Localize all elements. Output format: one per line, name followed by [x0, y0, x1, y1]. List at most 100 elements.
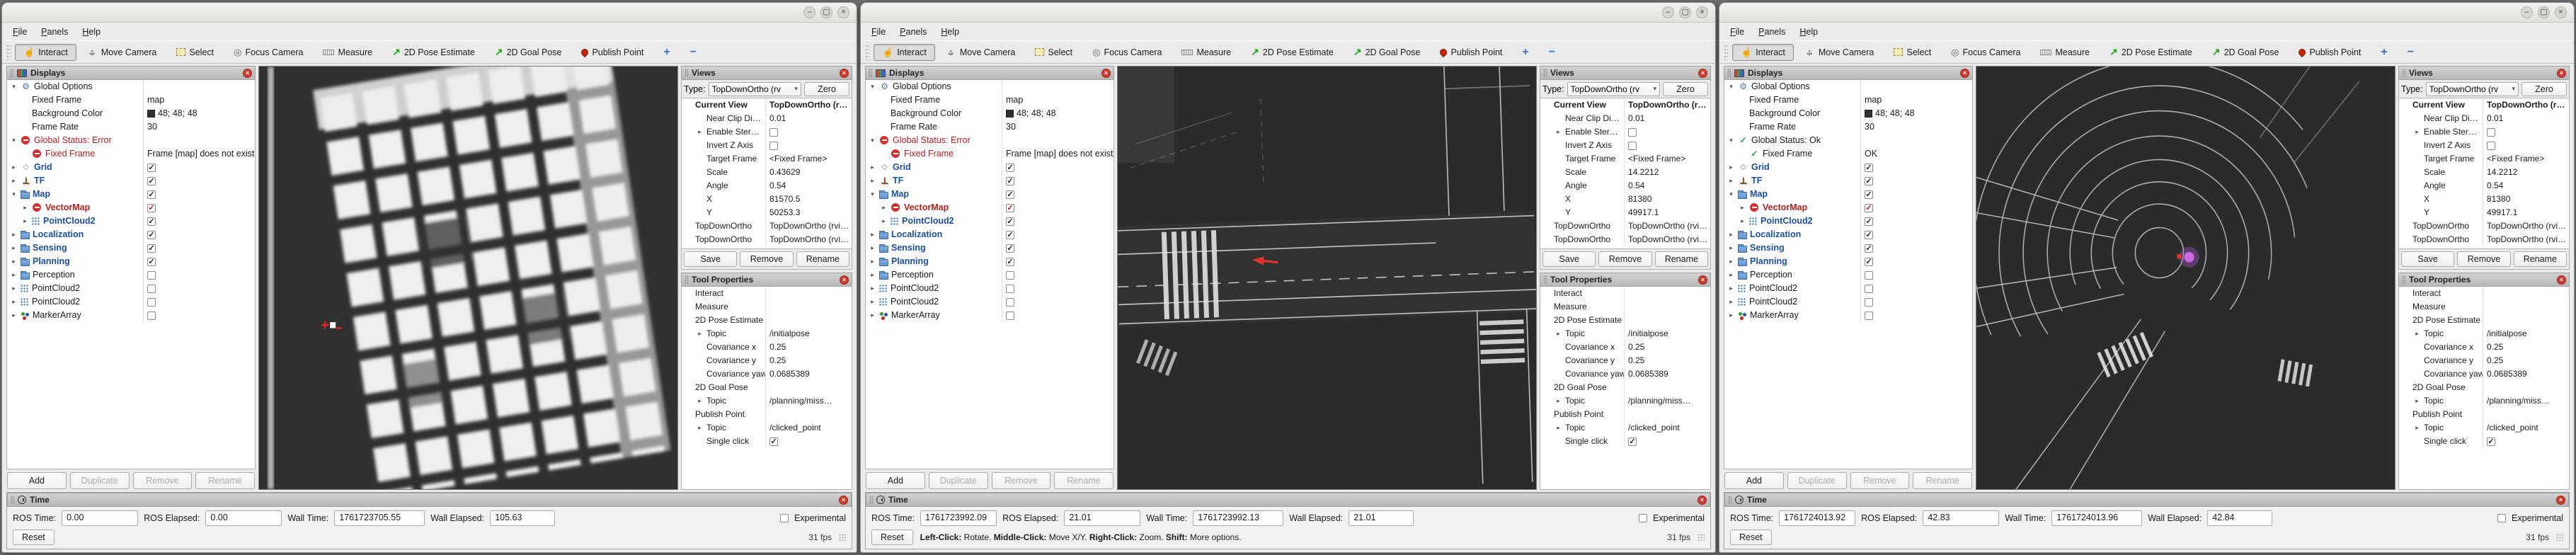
expand-closed-icon[interactable]: ▸	[10, 161, 18, 174]
tree-row[interactable]: ▸PointCloud2	[7, 214, 255, 228]
remove-tool-button[interactable]	[2399, 43, 2422, 62]
tool-button-goal-pose[interactable]: 2D Goal Pose	[2204, 43, 2288, 61]
expand-open-icon[interactable]: ▾	[869, 80, 876, 93]
color-swatch[interactable]	[1865, 110, 1872, 118]
close-panel-button[interactable]: ×	[1698, 275, 1707, 285]
tree-row[interactable]: ▸Grid	[866, 161, 1114, 174]
tree-row[interactable]: Single click	[2399, 435, 2569, 448]
expand-closed-icon[interactable]: ▸	[1727, 228, 1735, 241]
tree-row[interactable]: Frame Rate30	[1724, 120, 1972, 134]
tool-button-measure[interactable]: Measure	[314, 44, 381, 61]
time-field-value[interactable]: 42.83	[1923, 510, 1999, 526]
expand-open-icon[interactable]: ▾	[1727, 188, 1735, 201]
panel-grip-handle[interactable]	[2402, 275, 2405, 284]
tree-row[interactable]: Fixed FrameOK	[1724, 147, 1972, 161]
tree-row[interactable]: X81380	[1540, 193, 1710, 206]
tree-row[interactable]: Covariance y0.25	[2399, 354, 2569, 367]
tree-row[interactable]: Target Frame<Fixed Frame>	[2399, 152, 2569, 166]
maximize-button[interactable]: ▢	[820, 6, 832, 18]
time-field-value[interactable]: 0.00	[62, 510, 138, 526]
tree-row[interactable]: Covariance x0.25	[682, 341, 852, 354]
expand-closed-icon[interactable]: ▸	[2413, 394, 2421, 408]
time-field-value[interactable]: 1761724013.96	[2051, 510, 2142, 526]
tree-row[interactable]: ▸VectorMap	[1724, 201, 1972, 214]
tree-row[interactable]: Y49917.1	[1540, 206, 1710, 219]
save-view-button[interactable]: Save	[2401, 251, 2454, 267]
tree-row[interactable]: Target Frame<Fixed Frame>	[682, 152, 852, 166]
view-type-combobox[interactable]: TopDownOrtho (rv	[1567, 82, 1660, 96]
time-field-value[interactable]: 1761724013.92	[1779, 510, 1855, 526]
toolbar-drag-handle[interactable]	[6, 45, 11, 60]
enable-checkbox[interactable]	[1628, 128, 1637, 137]
menu-item-file[interactable]: File	[865, 25, 892, 38]
tree-row[interactable]: 2D Goal Pose	[682, 381, 852, 394]
menu-item-panels[interactable]: Panels	[893, 25, 933, 38]
tool-button-select[interactable]: Select	[1026, 44, 1081, 61]
tree-row[interactable]: Single click	[682, 435, 852, 448]
tree-row[interactable]: 2D Pose Estimate	[682, 314, 852, 327]
3d-viewport[interactable]	[1117, 66, 1537, 490]
enable-checkbox[interactable]	[1865, 204, 1873, 212]
expand-closed-icon[interactable]: ▸	[10, 295, 18, 309]
close-panel-button[interactable]: ×	[2557, 275, 2566, 285]
tree-row[interactable]: Angle0.54	[682, 179, 852, 193]
enable-checkbox[interactable]	[2487, 437, 2495, 446]
color-swatch[interactable]	[1006, 110, 1014, 118]
tree-row[interactable]: Fixed Framemap	[7, 93, 255, 107]
rename-view-button[interactable]: Rename	[1655, 251, 1708, 267]
experimental-checkbox[interactable]	[1639, 514, 1647, 522]
expand-closed-icon[interactable]: ▸	[880, 214, 888, 228]
enable-checkbox[interactable]	[1865, 298, 1873, 307]
expand-closed-icon[interactable]: ▸	[1727, 309, 1735, 322]
tree-row[interactable]: ▾Global Status: Ok	[1724, 134, 1972, 147]
tool-button-focus-camera[interactable]: Focus Camera	[1084, 44, 1170, 61]
tool-button-move-camera[interactable]: Move Camera	[938, 44, 1024, 61]
tree-row[interactable]: 2D Pose Estimate	[1540, 314, 1710, 327]
time-field-value[interactable]: 42.84	[2207, 510, 2272, 526]
enable-checkbox[interactable]	[147, 244, 156, 253]
expand-closed-icon[interactable]: ▸	[10, 282, 18, 295]
enable-checkbox[interactable]	[769, 437, 778, 446]
menu-item-file[interactable]: File	[6, 25, 33, 38]
rename-view-button[interactable]: Rename	[2514, 251, 2567, 267]
tree-row[interactable]: ▸Localization	[866, 228, 1114, 241]
enable-checkbox[interactable]	[769, 142, 778, 150]
tree-row[interactable]: Near Clip Di…0.01	[682, 112, 852, 125]
tree-row[interactable]: Covariance yaw0.0685389	[2399, 367, 2569, 381]
tree-row[interactable]: Single click	[1540, 435, 1710, 448]
view-type-combobox[interactable]: TopDownOrtho (rv	[709, 82, 801, 96]
enable-checkbox[interactable]	[1865, 217, 1873, 226]
tree-row[interactable]: ▾Global Options	[7, 80, 255, 93]
expand-closed-icon[interactable]: ▸	[1727, 295, 1735, 309]
enable-checkbox[interactable]	[769, 128, 778, 137]
enable-checkbox[interactable]	[147, 258, 156, 266]
tree-row[interactable]: ▸Sensing	[7, 241, 255, 255]
tool-button-measure[interactable]: Measure	[1173, 44, 1240, 61]
expand-open-icon[interactable]: ▾	[869, 134, 876, 147]
tree-row[interactable]: ▸Localization	[1724, 228, 1972, 241]
enable-checkbox[interactable]	[1006, 217, 1014, 226]
panel-grip-handle[interactable]	[685, 275, 688, 284]
titlebar[interactable]: –▢×	[2, 3, 857, 23]
enable-checkbox[interactable]	[1006, 271, 1014, 280]
tree-row[interactable]: 2D Goal Pose	[1540, 381, 1710, 394]
tree-row[interactable]: ▸Enable Ster…	[2399, 125, 2569, 139]
expand-open-icon[interactable]: ▾	[10, 188, 18, 201]
expand-closed-icon[interactable]: ▸	[1727, 161, 1735, 174]
enable-checkbox[interactable]	[1865, 177, 1873, 185]
tree-row[interactable]: ▸Grid	[1724, 161, 1972, 174]
tool-button-focus-camera[interactable]: Focus Camera	[1942, 44, 2029, 61]
reset-button[interactable]: Reset	[871, 530, 913, 545]
tree-row[interactable]: ▾Global Options	[1724, 80, 1972, 93]
tree-row[interactable]: Current ViewTopDownOrtho (r…	[682, 98, 852, 112]
enable-checkbox[interactable]	[1865, 244, 1873, 253]
tree-row[interactable]: Near Clip Di…0.01	[2399, 112, 2569, 125]
tree-row[interactable]: ▸PointCloud2	[1724, 282, 1972, 295]
tree-row[interactable]: Angle0.54	[1540, 179, 1710, 193]
tree-row[interactable]: ▸Localization	[7, 228, 255, 241]
toolbar-drag-handle[interactable]	[1724, 45, 1728, 60]
tree-row[interactable]: Fixed FrameFrame [map] does not exist	[866, 147, 1114, 161]
expand-closed-icon[interactable]: ▸	[1727, 255, 1735, 268]
tree-row[interactable]: ▸PointCloud2	[1724, 295, 1972, 309]
enable-checkbox[interactable]	[1006, 258, 1014, 266]
